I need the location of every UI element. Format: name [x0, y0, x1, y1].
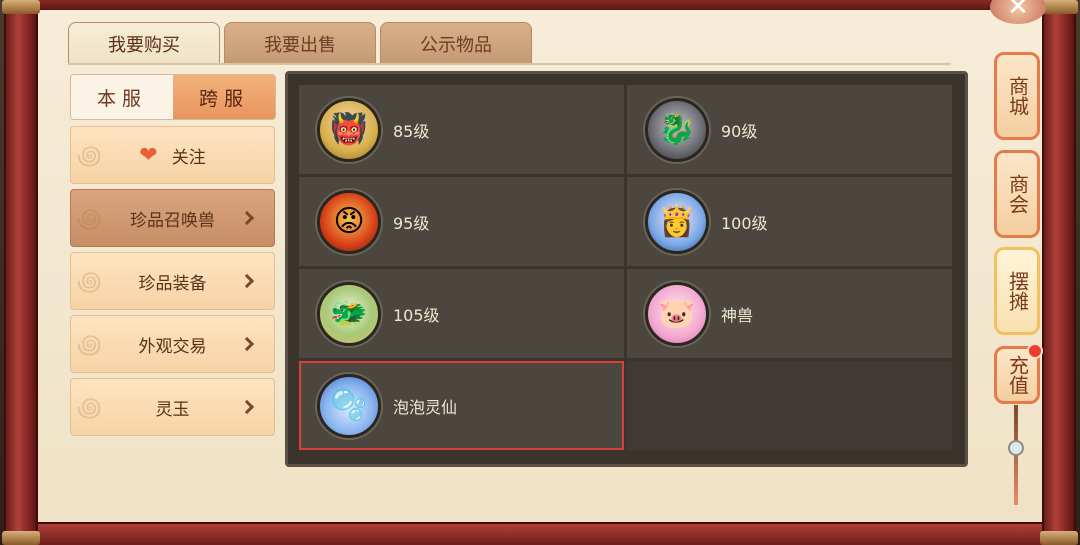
menu-item-favorites[interactable]: ꩜ ❤ 关注	[70, 126, 275, 184]
side-button-label: 商城	[1005, 76, 1030, 116]
menu-item-rare-pets[interactable]: ꩜ 珍品召唤兽	[70, 189, 275, 247]
pet-category-105[interactable]: 🐲 105级	[299, 269, 624, 358]
tab-sell[interactable]: 我要出售	[224, 22, 376, 64]
pet-category-label: 95级	[393, 213, 430, 233]
pet-category-panel: 👹 85级 🐉 90级 😡 95级 👸 100级 🐲 105级 🐷 神兽 🫧 泡…	[285, 71, 968, 467]
pet-category-divine-beast[interactable]: 🐷 神兽	[627, 269, 952, 358]
cloud-pattern-icon: ꩜	[77, 204, 102, 234]
heart-icon: ❤	[139, 142, 158, 168]
pet-category-label: 神兽	[721, 305, 754, 325]
side-button-mall[interactable]: 商城	[994, 52, 1040, 140]
category-menu: ꩜ ❤ 关注 ꩜ 珍品召唤兽 ꩜ 珍品装备 ꩜ 外观交易 ꩜ 灵玉	[70, 126, 275, 441]
scroll-top-bar	[30, 0, 1050, 10]
pet-category-100[interactable]: 👸 100级	[627, 177, 952, 266]
cloud-pattern-icon: ꩜	[77, 393, 102, 423]
tab-buy[interactable]: 我要购买	[68, 22, 220, 64]
menu-item-label: 外观交易	[138, 336, 207, 357]
server-toggle: 本服 跨服	[70, 74, 276, 120]
tab-divider	[68, 63, 951, 65]
menu-item-label: 珍品召唤兽	[130, 210, 215, 231]
scroll-right-roller	[1040, 0, 1078, 545]
jade-dragon-pet-avatar: 🐲	[317, 281, 381, 346]
fire-demon-pet-avatar: 😡	[317, 189, 381, 254]
notification-badge	[1027, 343, 1043, 359]
pet-category-label: 泡泡灵仙	[393, 397, 458, 417]
market-tabs: 我要购买 我要出售 公示物品	[68, 22, 532, 64]
side-button-guild-market[interactable]: 商会	[994, 150, 1040, 238]
pet-category-bubble-spirit[interactable]: 🫧 泡泡灵仙	[299, 361, 624, 450]
grey-dragon-pet-avatar: 🐉	[645, 97, 709, 162]
scroll-left-roller	[2, 0, 40, 545]
scroll-bottom-bar	[30, 522, 1050, 545]
tab-public-items[interactable]: 公示物品	[380, 22, 532, 64]
empty-grid-cell	[627, 361, 952, 450]
chevron-right-icon	[239, 336, 255, 352]
blue-maiden-pet-avatar: 👸	[645, 189, 709, 254]
chevron-right-icon	[239, 210, 255, 226]
pet-category-95[interactable]: 😡 95级	[299, 177, 624, 266]
menu-item-label: 关注	[171, 147, 206, 168]
golden-hair-pet-avatar: 👹	[317, 97, 381, 162]
market-window: 我要购买 我要出售 公示物品 本服 跨服 ꩜ ❤ 关注 ꩜ 珍品召唤兽 ꩜ 珍品…	[0, 0, 1080, 545]
side-button-stall[interactable]: 摆摊	[994, 247, 1040, 335]
cloud-pattern-icon: ꩜	[77, 267, 102, 297]
chevron-right-icon	[239, 273, 255, 289]
menu-item-appearance-trade[interactable]: ꩜ 外观交易	[70, 315, 275, 373]
pet-category-90[interactable]: 🐉 90级	[627, 85, 952, 174]
menu-item-spirit-jade[interactable]: ꩜ 灵玉	[70, 378, 275, 436]
chevron-right-icon	[239, 399, 255, 415]
menu-item-rare-equipment[interactable]: ꩜ 珍品装备	[70, 252, 275, 310]
bell-charm-icon	[1008, 440, 1024, 456]
side-button-label: 商会	[1005, 174, 1030, 214]
cloud-pattern-icon: ꩜	[77, 141, 102, 171]
bubble-spirit-pet-avatar: 🫧	[317, 373, 381, 438]
pet-category-label: 85级	[393, 121, 430, 141]
menu-item-label: 珍品装备	[138, 273, 207, 294]
pet-category-grid: 👹 85级 🐉 90级 😡 95级 👸 100级 🐲 105级 🐷 神兽 🫧 泡…	[299, 85, 956, 450]
side-button-label: 充值	[1005, 355, 1030, 395]
menu-item-label: 灵玉	[155, 399, 190, 420]
cross-server-button[interactable]: 跨服	[173, 75, 275, 119]
cloud-pattern-icon: ꩜	[77, 330, 102, 360]
pet-category-label: 105级	[393, 305, 440, 325]
side-button-label: 摆摊	[1005, 271, 1030, 311]
pet-category-label: 90级	[721, 121, 758, 141]
pet-category-label: 100级	[721, 213, 768, 233]
local-server-button[interactable]: 本服	[71, 75, 173, 119]
side-button-recharge[interactable]: 充值	[994, 343, 1043, 404]
pet-category-85[interactable]: 👹 85级	[299, 85, 624, 174]
pink-beast-pet-avatar: 🐷	[645, 281, 709, 346]
